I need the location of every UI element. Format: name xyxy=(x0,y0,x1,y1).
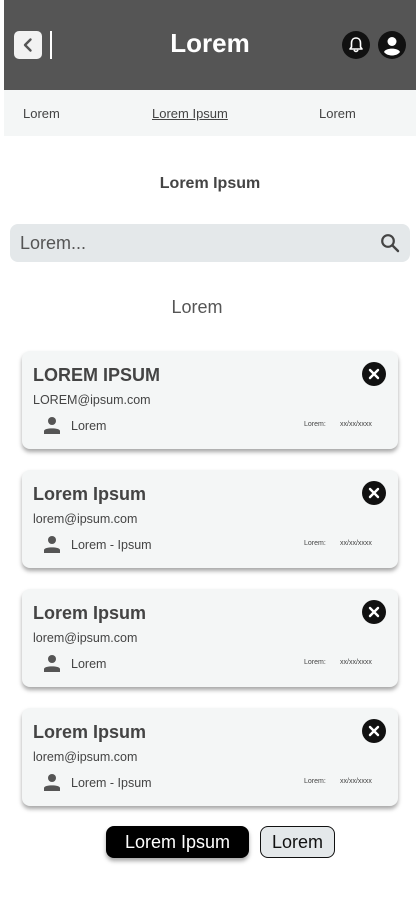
card-date: xx/xx/xxxx xyxy=(340,421,372,428)
app-header: Lorem xyxy=(4,0,416,90)
person-icon xyxy=(44,774,60,791)
tab-lorem-ipsum[interactable]: Lorem Ipsum xyxy=(152,106,228,121)
tab-lorem-2[interactable]: Lorem xyxy=(319,106,356,121)
secondary-action-button[interactable]: Lorem xyxy=(260,826,335,858)
card-name: Lorem Ipsum xyxy=(33,603,147,623)
user-card[interactable]: Lorem Ipsum lorem@ipsum.com Lorem - Ipsu… xyxy=(22,470,398,568)
remove-button[interactable] xyxy=(362,719,386,743)
search-bar xyxy=(10,224,410,262)
card-name: LOREM IPSUM xyxy=(33,365,161,385)
close-icon xyxy=(368,487,380,499)
person-icon xyxy=(44,417,60,434)
card-role: Lorem - Ipsum xyxy=(71,776,152,790)
card-date-label: Lorem: xyxy=(304,778,326,785)
remove-button[interactable] xyxy=(362,362,386,386)
search-input[interactable] xyxy=(20,224,370,262)
app-screen: Lorem Lorem Lorem Ipsum Lorem Lorem Ipsu… xyxy=(0,0,420,917)
primary-action-button[interactable]: Lorem Ipsum xyxy=(106,826,249,858)
card-date: xx/xx/xxxx xyxy=(340,778,372,785)
card-date-label: Lorem: xyxy=(304,540,326,547)
user-card[interactable]: Lorem Ipsum lorem@ipsum.com Lorem Lorem:… xyxy=(22,589,398,687)
card-date-label: Lorem: xyxy=(304,659,326,666)
card-date: xx/xx/xxxx xyxy=(340,659,372,666)
card-email: LOREM@ipsum.com xyxy=(33,393,151,407)
remove-button[interactable] xyxy=(362,481,386,505)
account-circle-icon xyxy=(384,37,400,56)
card-role: Lorem xyxy=(71,657,107,671)
list-subheading: Lorem xyxy=(171,297,223,317)
card-role: Lorem xyxy=(71,419,107,433)
card-email: lorem@ipsum.com xyxy=(33,512,138,526)
tab-bar: Lorem Lorem Ipsum Lorem xyxy=(4,90,416,136)
card-role: Lorem - Ipsum xyxy=(71,538,152,552)
card-email: lorem@ipsum.com xyxy=(33,631,138,645)
close-icon xyxy=(368,606,380,618)
person-icon xyxy=(44,536,60,553)
card-name: Lorem Ipsum xyxy=(33,722,147,742)
user-card[interactable]: Lorem Ipsum lorem@ipsum.com Lorem - Ipsu… xyxy=(22,708,398,806)
search-icon[interactable] xyxy=(380,233,400,253)
close-icon xyxy=(368,368,380,380)
card-email: lorem@ipsum.com xyxy=(33,750,138,764)
account-button[interactable] xyxy=(378,31,406,59)
tab-lorem-1[interactable]: Lorem xyxy=(23,106,60,121)
person-icon xyxy=(44,655,60,672)
card-date: xx/xx/xxxx xyxy=(340,540,372,547)
notifications-button[interactable] xyxy=(342,31,370,59)
card-name: Lorem Ipsum xyxy=(33,484,147,504)
user-card[interactable]: LOREM IPSUM LOREM@ipsum.com Lorem Lorem:… xyxy=(22,351,398,449)
section-title: Lorem Ipsum xyxy=(159,175,261,192)
close-icon xyxy=(368,725,380,737)
remove-button[interactable] xyxy=(362,600,386,624)
card-date-label: Lorem: xyxy=(304,421,326,428)
bell-icon xyxy=(349,37,363,53)
